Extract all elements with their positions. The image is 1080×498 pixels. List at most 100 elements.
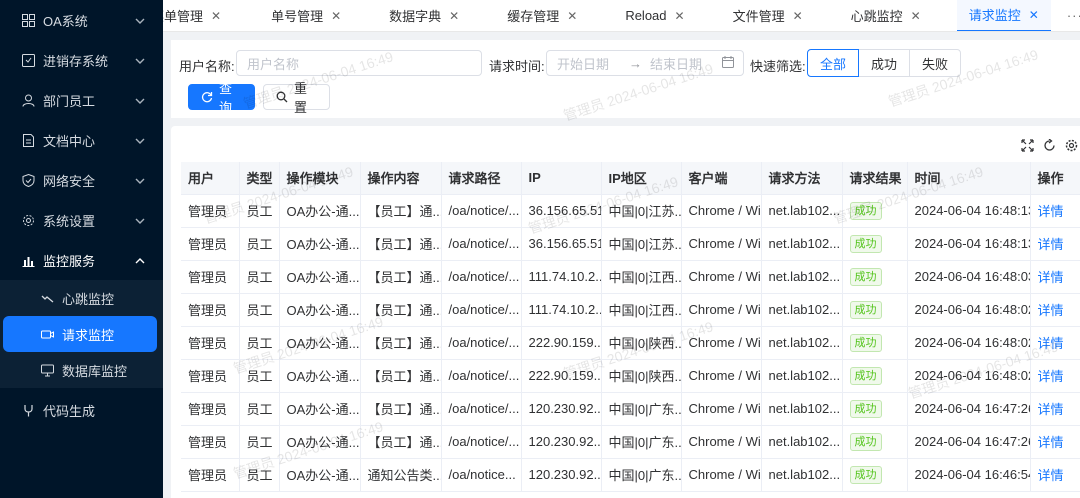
table-row[interactable]: 管理员 员工 OA办公-通... 【员工】通.../oa/notice/... 36.1… — [181, 194, 1080, 228]
table-cell[interactable]: 详情 — [1030, 425, 1080, 459]
query-button[interactable]: 查询 — [188, 81, 255, 115]
date-range-picker[interactable]: 开始日期 → 结束日期 — [546, 50, 744, 76]
column-header: 类型 — [239, 162, 280, 195]
settings-icon[interactable] — [1064, 138, 1078, 152]
table-row[interactable]: 管理员 员工 OA办公-通... 通知公告类.../oa/notice... 120.2… — [181, 458, 1080, 492]
table-cell[interactable]: 详情 — [1030, 458, 1080, 492]
sidebar-item-security[interactable]: 网络安全 — [0, 160, 163, 200]
gear-icon — [21, 213, 35, 227]
table-cell[interactable]: 详情 — [1030, 392, 1080, 426]
sidebar-item-settings[interactable]: 系统设置 — [0, 200, 163, 240]
request-log-table: 用户 类型 操作模块 操作内容 请求路径 IP IP地区 客户端 请求方法 请求结果 时间 操作 管理… — [181, 162, 1080, 492]
table-cell: 中国|0|江西... — [601, 260, 682, 294]
close-icon[interactable]: ✕ — [1029, 8, 1039, 22]
table-row[interactable]: 管理员 员工 OA办公-通... 【员工】通.../oa/notice/... 222.… — [181, 326, 1080, 360]
detail-link[interactable]: 详情 — [1038, 270, 1064, 285]
filter-success-button[interactable]: 成功 — [858, 49, 911, 77]
detail-link[interactable]: 详情 — [1038, 369, 1064, 384]
table-row[interactable]: 管理员 员工 OA办公-通... 【员工】通.../oa/notice/... 120.… — [181, 392, 1080, 426]
close-icon[interactable]: ✕ — [211, 9, 221, 23]
detail-link[interactable]: 详情 — [1038, 435, 1064, 450]
table-cell: 【员工】通... — [360, 293, 442, 327]
sidebar-item-inventory[interactable]: 进销存系统 — [0, 40, 163, 80]
shield-icon — [21, 173, 35, 187]
table-cell[interactable]: 详情 — [1030, 227, 1080, 261]
table-cell: /oa/notice/... — [441, 227, 522, 261]
end-date-input[interactable]: 结束日期 — [650, 54, 702, 73]
tab-number-management[interactable]: 单号管理 ✕ — [259, 0, 353, 31]
filter-fail-button[interactable]: 失败 — [909, 49, 962, 77]
table-cell: 管理员 — [181, 227, 240, 261]
tab-label: 数据字典 — [389, 9, 442, 24]
table-cell: Chrome / Wind — [681, 392, 762, 426]
table-cell: 成功 — [842, 458, 908, 492]
table-cell: 2024-06-04 16:48:02 — [907, 326, 1031, 360]
tab-heartbeat-monitor[interactable]: 心跳监控 ✕ — [839, 0, 933, 31]
table-cell: 成功 — [842, 227, 908, 261]
table-row[interactable]: 管理员 员工 OA办公-通... 【员工】通.../oa/notice/... 222.… — [181, 359, 1080, 393]
detail-link[interactable]: 详情 — [1038, 204, 1064, 219]
table-cell[interactable]: 详情 — [1030, 326, 1080, 360]
close-icon[interactable]: ✕ — [911, 9, 921, 23]
table-row[interactable]: 管理员 员工 OA办公-通... 【员工】通.../oa/notice/... 111.… — [181, 293, 1080, 327]
table-cell: 管理员 — [181, 194, 240, 228]
table-cell: Chrome / Wind — [681, 425, 762, 459]
table-cell[interactable]: 详情 — [1030, 194, 1080, 228]
sidebar-item-monitoring[interactable]: 监控服务 — [0, 240, 163, 280]
user-name-input[interactable]: 用户名称 — [236, 50, 482, 76]
tab-file-management[interactable]: 文件管理 ✕ — [721, 0, 815, 31]
column-header: IP — [521, 162, 602, 195]
table-cell: 中国|0|陕西... — [601, 326, 682, 360]
sidebar-subitem-request-monitor[interactable]: 请求监控 — [3, 316, 157, 352]
table-cell: 【员工】通... — [360, 392, 442, 426]
detail-link[interactable]: 详情 — [1038, 402, 1064, 417]
status-badge: 成功 — [849, 366, 882, 385]
table-cell: net.lab102... — [761, 227, 843, 261]
tab-request-monitor[interactable]: 请求监控 ✕ — [956, 0, 1051, 31]
detail-link[interactable]: 详情 — [1038, 237, 1064, 252]
status-badge: 成功 — [849, 465, 882, 484]
detail-link[interactable]: 详情 — [1038, 303, 1064, 318]
reset-button[interactable]: 重置 — [263, 81, 330, 115]
table-cell[interactable]: 详情 — [1030, 359, 1080, 393]
status-badge: 成功 — [849, 399, 882, 418]
close-icon[interactable]: ✕ — [331, 9, 341, 23]
detail-link[interactable]: 详情 — [1038, 336, 1064, 351]
close-icon[interactable]: ✕ — [793, 9, 803, 23]
table-row[interactable]: 管理员 员工 OA办公-通... 【员工】通.../oa/notice/... 111.… — [181, 260, 1080, 294]
tab-reload[interactable]: Reload ✕ — [613, 0, 696, 31]
table-cell: OA办公-通... — [279, 425, 361, 459]
start-date-input[interactable]: 开始日期 — [557, 54, 609, 73]
table-card: 用户 类型 操作模块 操作内容 请求路径 IP IP地区 客户端 请求方法 请求结果 时间 操作 管理… — [171, 126, 1080, 498]
table-cell: 2024-06-04 16:48:13 — [907, 227, 1031, 261]
close-icon[interactable]: ✕ — [567, 9, 577, 23]
sidebar-item-department[interactable]: 部门员工 — [0, 80, 163, 120]
table-cell: 管理员 — [181, 359, 240, 393]
table-header-row: 用户 类型 操作模块 操作内容 请求路径 IP IP地区 客户端 请求方法 请求结果 时间 操作 — [181, 162, 1080, 195]
table-row[interactable]: 管理员 员工 OA办公-通... 【员工】通.../oa/notice/... 120.… — [181, 425, 1080, 459]
table-row[interactable]: 管理员 员工 OA办公-通... 【员工】通.../oa/notice/... 36.1… — [181, 227, 1080, 261]
sidebar-item-oa[interactable]: OA系统 — [0, 0, 163, 40]
monitor-icon — [40, 363, 54, 377]
status-badge: 成功 — [849, 201, 882, 220]
fullscreen-icon[interactable] — [1020, 138, 1034, 152]
camera-icon — [40, 327, 54, 341]
code-icon — [21, 403, 35, 417]
filter-all-button[interactable]: 全部 — [807, 49, 860, 77]
tab-cache-management[interactable]: 缓存管理 ✕ — [495, 0, 589, 31]
table-cell[interactable]: 详情 — [1030, 293, 1080, 327]
table-cell[interactable]: 详情 — [1030, 260, 1080, 294]
tab-data-dictionary[interactable]: 数据字典 ✕ — [377, 0, 471, 31]
tab-more-button[interactable]: ··· — [1051, 0, 1080, 31]
detail-link[interactable]: 详情 — [1038, 468, 1064, 483]
box-icon — [21, 53, 35, 67]
sidebar-subitem-database-monitor[interactable]: 数据库监控 — [0, 352, 163, 388]
sidebar-item-codegen[interactable]: 代码生成 — [0, 390, 163, 430]
close-icon[interactable]: ✕ — [675, 9, 685, 23]
sidebar-item-documents[interactable]: 文档中心 — [0, 120, 163, 160]
refresh-icon[interactable] — [1042, 138, 1056, 152]
close-icon[interactable]: ✕ — [449, 9, 459, 23]
sidebar-subitem-heartbeat[interactable]: 心跳监控 — [0, 280, 163, 316]
table-cell: 员工 — [239, 425, 280, 459]
tab-menu-management[interactable]: 菜单管理 ✕ — [163, 0, 233, 31]
